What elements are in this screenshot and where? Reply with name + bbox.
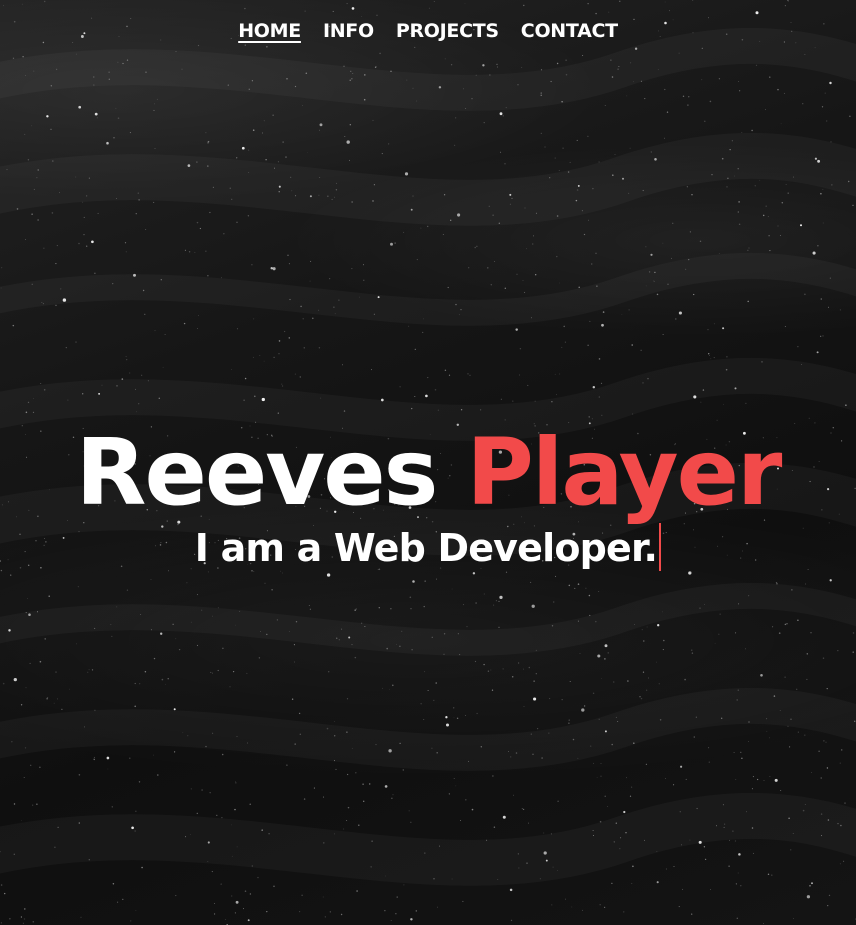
nav-contact-link[interactable]: CONTACT [521,20,618,42]
typing-cursor [659,523,662,571]
typed-text: I am a Web Developer. [194,526,658,570]
hero-last-name: Player [466,418,782,526]
nav-home-link[interactable]: HOME [238,20,301,42]
main-nav: HOME INFO PROJECTS CONTACT [0,20,856,42]
nav-info-link[interactable]: INFO [323,20,374,42]
hero-title: Reeves Player [0,418,856,528]
hero-subtitle: I am a Web Developer. [0,522,856,574]
hero-first-name: Reeves [75,418,439,526]
nav-projects-link[interactable]: PROJECTS [396,20,499,42]
